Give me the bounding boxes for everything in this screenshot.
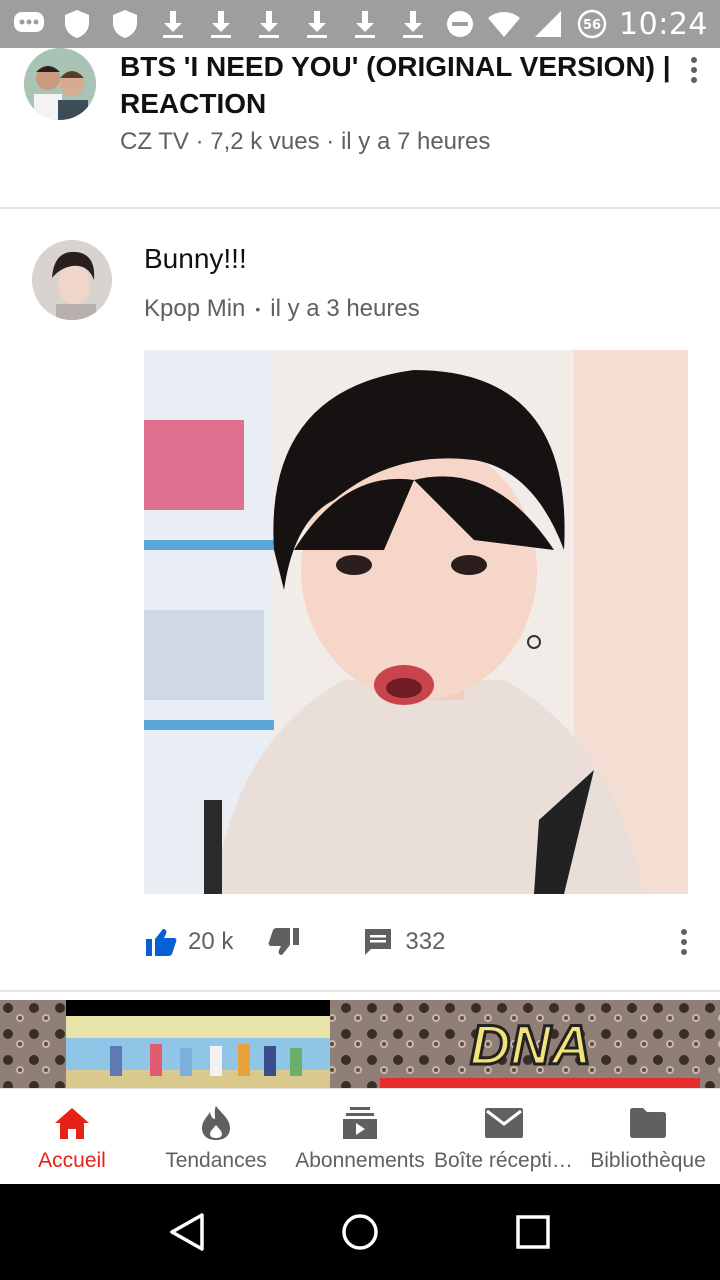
- nav-item-boite-reception[interactable]: Boîte réception: [432, 1089, 576, 1184]
- comment-count[interactable]: 332: [405, 928, 445, 956]
- nav-label-abonnements: Abonnements: [295, 1149, 425, 1172]
- download-icon: [300, 9, 334, 39]
- download-icon: [156, 9, 190, 39]
- post-meta: Kpop Min • il y a 3 heures: [144, 295, 420, 323]
- signal-icon: [531, 9, 565, 39]
- home-icon: [52, 1105, 92, 1141]
- data-badge: 56: [583, 18, 601, 33]
- home-button-icon[interactable]: [336, 1208, 384, 1256]
- system-status: 56 10:24: [443, 7, 708, 42]
- meta-separator: •: [255, 301, 261, 317]
- download-icon: [252, 9, 286, 39]
- data-badge-icon: 56: [575, 9, 609, 39]
- post-more-options-icon[interactable]: [674, 926, 694, 960]
- flame-icon: [196, 1105, 236, 1141]
- status-bar: 56 10:24: [0, 0, 720, 48]
- nav-label-boite-reception: Boîte réception: [434, 1149, 574, 1172]
- bottom-navigation: Accueil Tendances Abonnements Boîte réce…: [0, 1088, 720, 1184]
- thumbnail-text: DNA: [470, 1013, 591, 1076]
- nav-label-tendances: Tendances: [165, 1149, 267, 1172]
- nav-item-accueil[interactable]: Accueil: [0, 1089, 144, 1184]
- mail-icon: [484, 1105, 524, 1141]
- author-avatar[interactable]: [32, 240, 112, 320]
- shield-icon: [108, 9, 142, 39]
- divider: [0, 990, 720, 992]
- more-options-icon[interactable]: [682, 54, 706, 88]
- do-not-disturb-icon: [443, 9, 477, 39]
- video-thumbnail[interactable]: DNA: [0, 1000, 720, 1088]
- post-actions: 20 k 332: [144, 918, 704, 966]
- nav-item-abonnements[interactable]: Abonnements: [288, 1089, 432, 1184]
- chat-icon: [12, 9, 46, 39]
- post-image[interactable]: [144, 350, 688, 894]
- like-count: 20 k: [188, 928, 234, 955]
- nav-item-bibliotheque[interactable]: Bibliothèque: [576, 1089, 720, 1184]
- download-icon: [348, 9, 382, 39]
- video-meta: CZ TV · 7,2 k vues · il y a 7 heures: [120, 128, 491, 155]
- post-time: il y a 3 heures: [270, 295, 420, 322]
- status-time: 10:24: [619, 6, 708, 42]
- download-icon: [396, 9, 430, 39]
- channel-avatar[interactable]: [24, 48, 96, 120]
- folder-icon: [628, 1105, 668, 1141]
- recents-icon[interactable]: [509, 1208, 557, 1256]
- nav-label-accueil: Accueil: [38, 1149, 106, 1172]
- system-navigation-bar: [0, 1184, 720, 1280]
- back-icon[interactable]: [163, 1208, 211, 1256]
- subscriptions-icon: [340, 1105, 380, 1141]
- shield-icon: [60, 9, 94, 39]
- notification-icons: [12, 9, 430, 39]
- like-button[interactable]: [144, 925, 178, 959]
- wifi-icon: [487, 9, 521, 39]
- dislike-button[interactable]: [267, 925, 301, 959]
- video-item[interactable]: BTS 'I NEED YOU' (ORIGINAL VERSION) | RE…: [0, 48, 720, 208]
- nav-item-tendances[interactable]: Tendances: [144, 1089, 288, 1184]
- post-author[interactable]: Kpop Min: [144, 295, 245, 323]
- comment-icon[interactable]: [361, 925, 395, 959]
- nav-label-bibliotheque: Bibliothèque: [590, 1149, 706, 1172]
- post-text: Bunny!!!: [144, 243, 247, 274]
- download-icon: [204, 9, 238, 39]
- video-title[interactable]: BTS 'I NEED YOU' (ORIGINAL VERSION) | RE…: [120, 48, 680, 122]
- divider: [0, 207, 720, 209]
